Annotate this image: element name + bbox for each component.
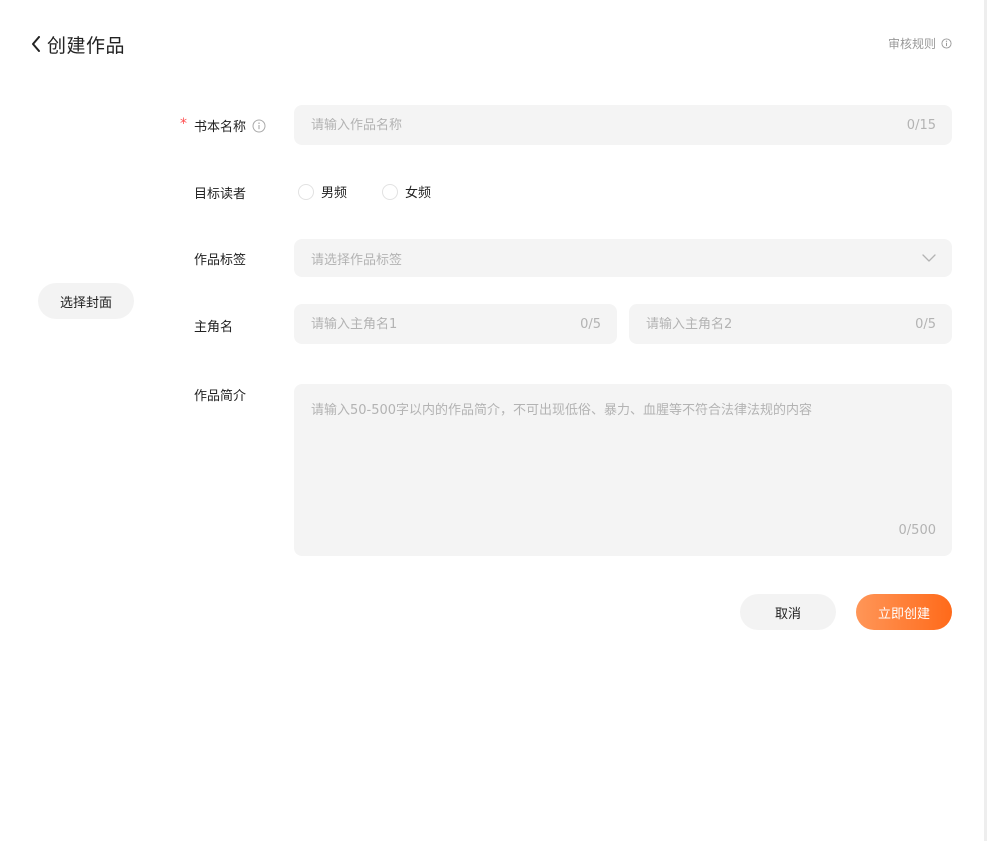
synopsis-textarea[interactable] [311, 402, 935, 512]
book-name-field[interactable]: 0/15 [294, 105, 952, 145]
required-mark: * [180, 116, 187, 132]
book-name-counter: 0/15 [906, 117, 936, 133]
audience-option-label: 男频 [321, 186, 348, 201]
synopsis-counter: 0/500 [898, 523, 936, 538]
audience-option-female[interactable]: 女频 [382, 182, 431, 201]
back-nav[interactable]: 创建作品 [28, 30, 125, 58]
book-name-label-row: 书本名称 [194, 116, 266, 135]
book-name-input[interactable] [311, 117, 899, 133]
tags-select-placeholder: 请选择作品标签 [311, 252, 403, 268]
info-circle-icon[interactable] [252, 119, 266, 133]
audience-label: 目标读者 [194, 187, 247, 202]
protagonist-counter-1: 0/5 [580, 316, 601, 332]
audience-radio-group: 男频 女频 [298, 182, 466, 201]
select-cover-button[interactable]: 选择封面 [38, 283, 134, 319]
protagonist-label: 主角名 [194, 320, 234, 335]
protagonist-field-1[interactable]: 0/5 [294, 304, 617, 344]
audience-option-male[interactable]: 男频 [298, 182, 347, 201]
page-title: 创建作品 [47, 34, 126, 57]
create-button[interactable]: 立即创建 [856, 594, 952, 630]
synopsis-field[interactable]: 0/500 [294, 384, 952, 556]
protagonist-field-2[interactable]: 0/5 [629, 304, 952, 344]
chevron-down-icon [922, 251, 936, 266]
protagonist-counter-2: 0/5 [915, 316, 936, 332]
cancel-button[interactable]: 取消 [740, 594, 836, 630]
book-name-label: 书本名称 [194, 120, 247, 135]
tags-label: 作品标签 [194, 253, 247, 268]
info-circle-icon [941, 38, 952, 49]
radio-circle[interactable] [298, 183, 314, 200]
radio-circle[interactable] [382, 183, 399, 200]
protagonist-input-1[interactable] [311, 316, 573, 332]
synopsis-label: 作品简介 [194, 389, 247, 404]
protagonist-input-2[interactable] [646, 316, 908, 332]
tags-select[interactable]: 请选择作品标签 [294, 239, 952, 277]
review-rules-label[interactable]: 审核规则 [888, 35, 936, 52]
review-rules-link[interactable]: 审核规则 [888, 35, 952, 52]
chevron-left-icon[interactable] [28, 34, 44, 54]
audience-option-label: 女频 [405, 186, 432, 201]
